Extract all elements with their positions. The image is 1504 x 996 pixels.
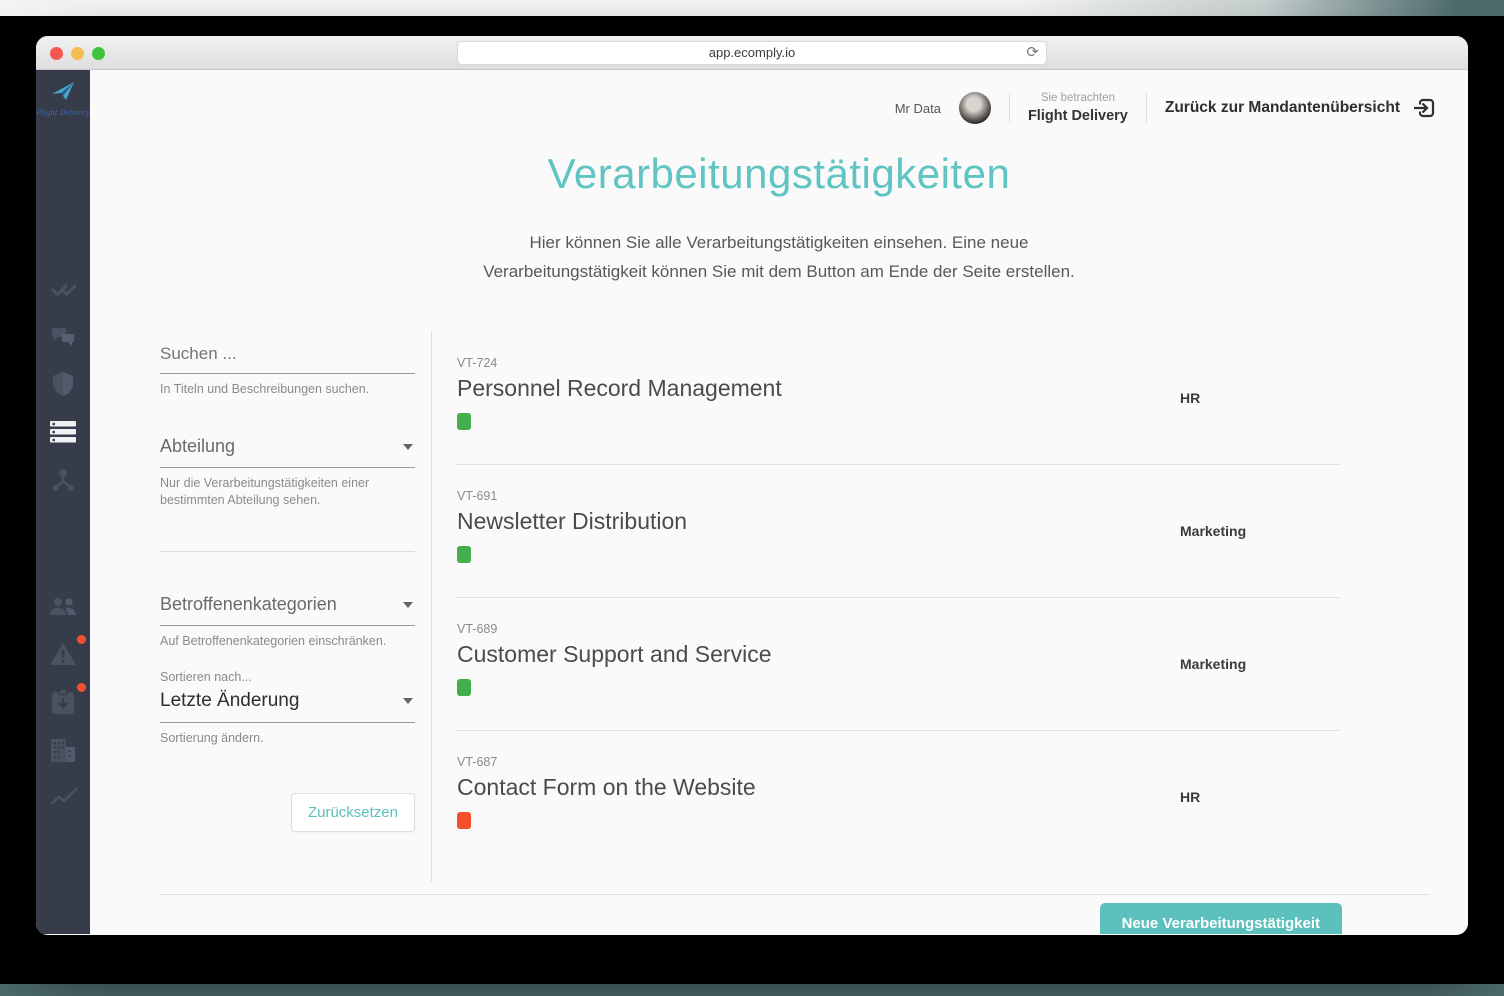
back-link-label: Zurück zur Mandantenübersicht (1164, 99, 1400, 116)
search-input[interactable] (160, 344, 415, 374)
activity-title[interactable]: Contact Form on the Website (457, 774, 1340, 801)
page-title: Verarbeitungstätigkeiten (547, 150, 1011, 197)
list-icon (50, 421, 76, 443)
chevron-down-icon (403, 443, 413, 450)
notification-badge (75, 633, 88, 646)
subtitle-line-2: Verarbeitungstätigkeit können Sie mit de… (483, 262, 1075, 281)
browser-titlebar: app.ecomply.io ⟳ (36, 36, 1468, 70)
subtitle-line-1: Hier können Sie alle Verarbeitungstätigk… (529, 233, 1029, 252)
activity-code: VT-689 (457, 622, 498, 636)
trend-icon (50, 788, 77, 806)
list-item[interactable]: VT-724 Personnel Record Management HR (457, 332, 1340, 465)
warning-icon (50, 643, 76, 665)
search-help-text: In Titeln und Beschreibungen suchen. (160, 382, 370, 396)
chat-icon (52, 328, 74, 346)
filter-divider (160, 551, 415, 552)
url-text: app.ecomply.io (708, 45, 796, 60)
activity-code: VT-687 (457, 755, 498, 769)
app-sidebar: Flight Delivery (36, 70, 90, 934)
content-divider (431, 332, 432, 882)
sidebar-item-users[interactable] (48, 593, 78, 619)
status-indicator (457, 413, 471, 430)
sidebar-item-requests[interactable] (48, 681, 88, 715)
sort-by-label: Sortieren nach... (160, 670, 252, 684)
notification-badge (75, 681, 88, 694)
header-divider (1008, 93, 1010, 123)
categories-help-text: Auf Betroffenenkategorien einschränken. (160, 634, 387, 648)
back-to-tenants-link[interactable]: Zurück zur Mandantenübersicht (1165, 96, 1436, 120)
close-window-button[interactable] (50, 46, 63, 60)
main-content: Mr Data Sie betrachten Flight Delivery Z… (90, 70, 1468, 934)
refresh-icon[interactable]: ⟳ (1026, 43, 1039, 61)
department-label: Marketing (1180, 656, 1247, 672)
footer-divider (160, 894, 1430, 895)
sort-select[interactable]: Letzte Änderung (160, 690, 415, 723)
minimize-window-button[interactable] (71, 46, 84, 60)
data-subject-categories-select[interactable]: Betroffenenkategorien (160, 594, 415, 626)
header-divider (1145, 93, 1147, 123)
user-name: Mr Data (894, 100, 941, 116)
department-select[interactable]: Abteilung (160, 436, 415, 468)
department-label: HR (1180, 789, 1201, 805)
maximize-window-button[interactable] (92, 46, 105, 60)
sort-select-value: Letzte Änderung (160, 690, 300, 711)
department-select-label: Abteilung (160, 436, 236, 456)
tenant-logo-text: Flight Delivery (36, 109, 90, 117)
network-icon (52, 469, 74, 491)
user-avatar[interactable] (958, 92, 991, 124)
sidebar-item-company[interactable] (48, 737, 78, 763)
desktop-background-bottom (0, 984, 1504, 996)
exit-icon (1414, 98, 1435, 118)
status-indicator (457, 812, 471, 829)
chevron-down-icon (403, 698, 413, 704)
sidebar-item-security[interactable] (48, 371, 78, 397)
tenant-logo: Flight Delivery (36, 70, 90, 117)
viewing-tenant-name: Flight Delivery (1027, 107, 1128, 124)
paper-plane-icon (52, 82, 74, 100)
list-item[interactable]: VT-687 Contact Form on the Website HR (457, 731, 1340, 864)
list-item[interactable]: VT-691 Newsletter Distribution Marketing (457, 465, 1340, 598)
desktop-background-top (0, 0, 1504, 16)
sidebar-item-messages[interactable] (48, 323, 78, 349)
sort-help-text: Sortierung ändern. (160, 731, 264, 745)
new-processing-activity-button[interactable]: Neue Verarbeitungstätigkeit (1099, 903, 1342, 934)
inbox-download-icon (52, 689, 74, 714)
double-check-icon (50, 283, 76, 297)
building-icon (51, 739, 75, 762)
sidebar-item-tasks[interactable] (48, 275, 78, 301)
people-icon (50, 597, 76, 615)
processing-activities-list: VT-724 Personnel Record Management HR VT… (457, 332, 1340, 882)
list-item[interactable]: VT-689 Customer Support and Service Mark… (457, 598, 1340, 731)
categories-select-label: Betroffenenkategorien (160, 594, 337, 614)
reset-filters-button[interactable]: Zurücksetzen (290, 793, 415, 832)
department-label: Marketing (1180, 523, 1247, 539)
viewing-context: Sie betrachten Flight Delivery (1028, 90, 1128, 126)
address-bar[interactable]: app.ecomply.io ⟳ (457, 40, 1047, 65)
sidebar-item-incidents[interactable] (48, 633, 88, 667)
window-controls (50, 36, 105, 70)
sidebar-item-structure[interactable] (48, 467, 78, 493)
activity-code: VT-724 (457, 356, 498, 370)
browser-window: app.ecomply.io ⟳ Flight Delivery Mr Data… (36, 36, 1468, 935)
app-header: Mr Data Sie betrachten Flight Delivery Z… (90, 70, 1468, 126)
sidebar-item-processing-activities[interactable] (48, 419, 78, 445)
chevron-down-icon (403, 601, 413, 608)
department-label: HR (1180, 390, 1201, 406)
activity-code: VT-691 (457, 489, 498, 503)
department-help-text: Nur die Verarbeitungstätigkeiten einer b… (160, 476, 370, 507)
page-subtitle: Hier können Sie alle Verarbeitungstätigk… (90, 228, 1468, 286)
status-indicator (457, 679, 471, 696)
status-indicator (457, 546, 471, 563)
filter-panel: In Titeln und Beschreibungen suchen. Abt… (160, 332, 415, 882)
viewing-label: Sie betrachten (1040, 91, 1115, 104)
shield-icon (53, 372, 73, 396)
sidebar-item-reports[interactable] (48, 785, 78, 811)
activity-title[interactable]: Personnel Record Management (457, 375, 1340, 402)
